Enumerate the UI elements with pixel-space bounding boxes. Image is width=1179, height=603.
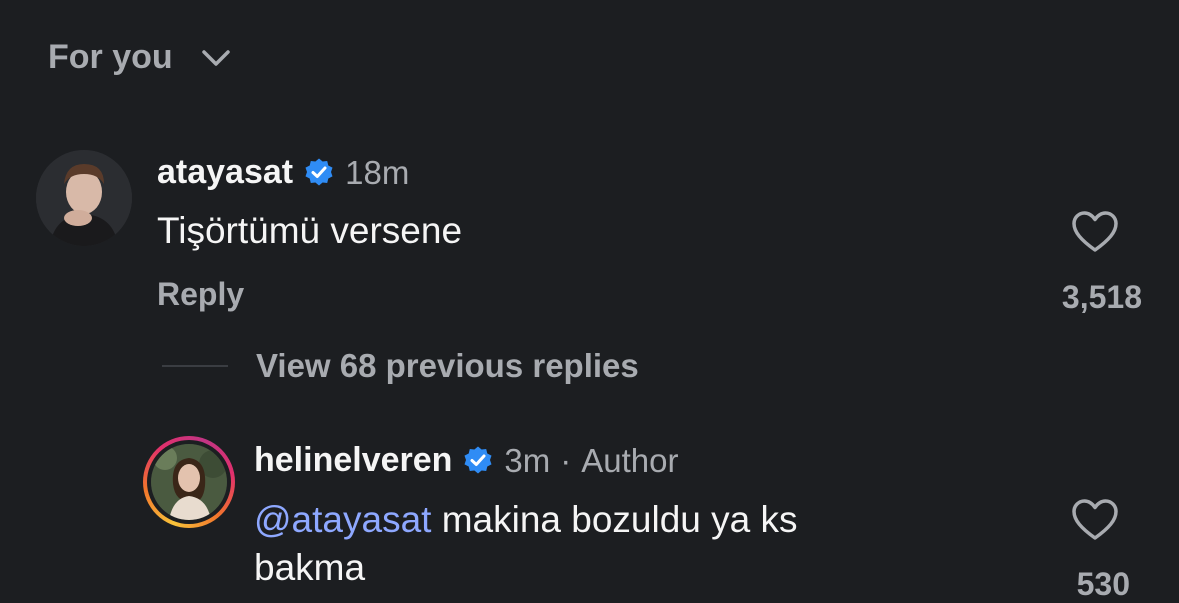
view-previous-replies-button[interactable]: View 68 previous replies [256,347,639,385]
mention-link[interactable]: @atayasat [254,499,431,540]
sort-filter-dropdown[interactable]: For you [48,38,231,77]
like-count: 530 [1076,566,1130,602]
reply-timestamp: 3m [504,441,551,479]
comment-text: Tişörtümü versene [157,210,463,251]
reply-text: @atayasat makina bozuldu ya ks bakma [254,496,954,592]
heart-icon[interactable] [1071,210,1119,254]
avatar [151,444,227,520]
chevron-down-icon [201,49,230,66]
reply-text-line2: bakma [254,547,366,588]
reply-text-line1: makina bozuldu ya ks [431,499,798,540]
comment-timestamp: 18m [345,153,410,191]
like-count: 3,518 [1061,279,1142,315]
verified-badge-icon [305,158,333,185]
verified-badge-icon [464,446,492,473]
sort-filter-label: For you [48,38,173,76]
author-tag: Author [581,441,679,479]
avatar-photo [36,150,132,246]
reply-username[interactable]: helinelveren [254,441,452,480]
reply-button[interactable]: Reply [157,276,244,313]
comment-username[interactable]: atayasat [157,153,293,192]
avatar[interactable] [36,150,132,246]
meta-separator: · [560,441,572,479]
story-ring-avatar[interactable] [143,436,235,528]
replies-divider-line [162,365,228,367]
heart-icon[interactable] [1071,498,1119,542]
avatar-photo [151,444,227,520]
